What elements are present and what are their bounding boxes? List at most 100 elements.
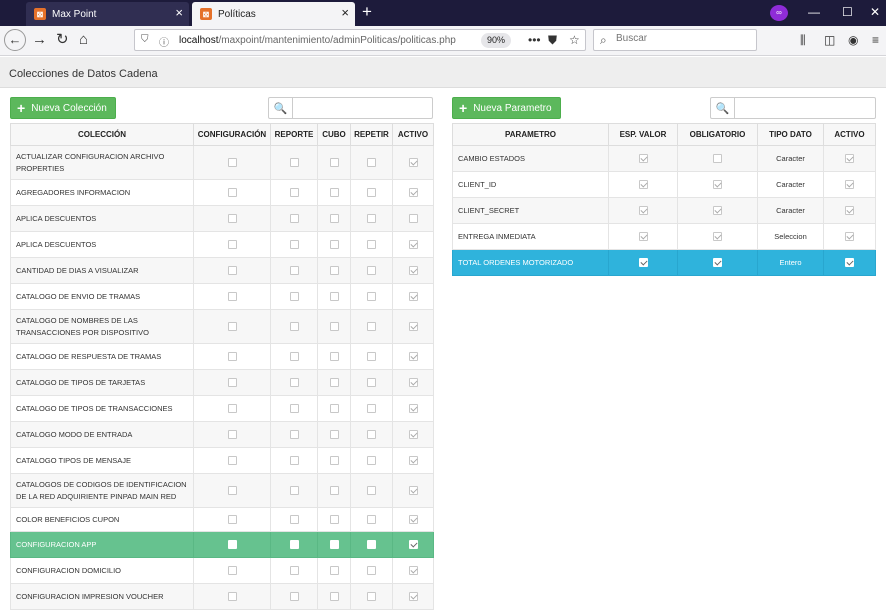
browser-tab-max-point[interactable]: ⊠ Max Point × bbox=[26, 2, 189, 26]
repetir-checkbox[interactable] bbox=[367, 456, 376, 466]
reporte-checkbox[interactable] bbox=[289, 322, 299, 332]
column-header[interactable]: TIPO DATO bbox=[757, 123, 824, 146]
bookmark-star-icon[interactable]: ☆ bbox=[569, 33, 580, 47]
search-icon[interactable]: 🔍 bbox=[268, 97, 293, 119]
column-header[interactable]: COLECCIÓN bbox=[10, 123, 194, 146]
configuracion-checkbox[interactable] bbox=[227, 292, 237, 302]
address-bar[interactable]: ⛉ ⓘ localhost/maxpoint/mantenimiento/adm… bbox=[134, 29, 586, 51]
cubo-checkbox[interactable] bbox=[329, 188, 339, 198]
maximize-window-icon[interactable]: ☐ bbox=[842, 5, 853, 19]
activo-checkbox[interactable] bbox=[408, 352, 418, 362]
column-header[interactable]: PARAMETRO bbox=[452, 123, 609, 146]
table-row[interactable]: CATALOGO DE NOMBRES DE LAS TRANSACCIONES… bbox=[10, 309, 434, 344]
minimize-window-icon[interactable]: — bbox=[808, 5, 820, 19]
configuracion-checkbox[interactable] bbox=[227, 240, 237, 250]
activo-checkbox[interactable] bbox=[845, 232, 854, 242]
parameter-search-input[interactable] bbox=[734, 97, 876, 119]
collection-search-input[interactable] bbox=[292, 97, 433, 119]
table-row[interactable]: COLOR BENEFICIOS CUPON bbox=[10, 507, 434, 532]
obligatorio-checkbox[interactable] bbox=[713, 258, 722, 268]
cubo-checkbox[interactable] bbox=[329, 456, 339, 466]
repetir-checkbox[interactable] bbox=[367, 515, 376, 525]
repetir-checkbox[interactable] bbox=[367, 540, 376, 550]
esp-valor-checkbox[interactable] bbox=[638, 232, 648, 242]
repetir-checkbox[interactable] bbox=[367, 188, 376, 198]
configuracion-checkbox[interactable] bbox=[227, 566, 237, 576]
cubo-checkbox[interactable] bbox=[329, 240, 339, 250]
shield-icon[interactable]: ⛉ bbox=[141, 34, 149, 45]
cubo-checkbox[interactable] bbox=[329, 404, 339, 414]
table-row[interactable]: CONFIGURACION IMPRESION VOUCHER bbox=[10, 583, 434, 610]
pocket-icon[interactable]: ⛊ bbox=[548, 33, 557, 47]
table-row[interactable]: CATALOGO DE ENVIO DE TRAMAS bbox=[10, 283, 434, 310]
activo-checkbox[interactable] bbox=[408, 515, 418, 525]
repetir-checkbox[interactable] bbox=[367, 566, 376, 576]
search-input[interactable] bbox=[616, 33, 746, 44]
reporte-checkbox[interactable] bbox=[289, 352, 299, 362]
table-row[interactable]: AGREGADORES INFORMACION bbox=[10, 179, 434, 206]
cubo-checkbox[interactable] bbox=[329, 266, 339, 276]
library-icon[interactable]: ⫼ bbox=[800, 33, 806, 47]
activo-checkbox[interactable] bbox=[408, 158, 418, 168]
table-row[interactable]: CAMBIO ESTADOS Caracter bbox=[452, 145, 876, 172]
configuracion-checkbox[interactable] bbox=[227, 188, 237, 198]
column-header[interactable]: ESP. VALOR bbox=[608, 123, 678, 146]
reporte-checkbox[interactable] bbox=[289, 214, 299, 224]
menu-icon[interactable]: ≡ bbox=[872, 33, 879, 47]
home-icon[interactable]: ⌂ bbox=[79, 32, 88, 48]
repetir-checkbox[interactable] bbox=[367, 214, 376, 224]
configuracion-checkbox[interactable] bbox=[227, 592, 237, 602]
cubo-checkbox[interactable] bbox=[329, 158, 339, 168]
configuracion-checkbox[interactable] bbox=[227, 352, 237, 362]
repetir-checkbox[interactable] bbox=[367, 292, 376, 302]
reporte-checkbox[interactable] bbox=[289, 430, 299, 440]
repetir-checkbox[interactable] bbox=[367, 404, 376, 414]
table-row[interactable]: APLICA DESCUENTOS bbox=[10, 205, 434, 232]
configuracion-checkbox[interactable] bbox=[227, 404, 237, 414]
esp-valor-checkbox[interactable] bbox=[638, 180, 648, 190]
reporte-checkbox[interactable] bbox=[289, 566, 299, 576]
page-actions-icon[interactable]: ••• bbox=[528, 33, 541, 47]
column-header[interactable]: REPORTE bbox=[270, 123, 318, 146]
repetir-checkbox[interactable] bbox=[367, 352, 376, 362]
esp-valor-checkbox[interactable] bbox=[638, 206, 648, 216]
activo-checkbox[interactable] bbox=[408, 566, 418, 576]
reporte-checkbox[interactable] bbox=[289, 404, 299, 414]
activo-checkbox[interactable] bbox=[408, 240, 418, 250]
activo-checkbox[interactable] bbox=[408, 430, 418, 440]
activo-checkbox[interactable] bbox=[408, 592, 418, 602]
close-tab-icon[interactable]: × bbox=[341, 6, 349, 20]
activo-checkbox[interactable] bbox=[408, 322, 418, 332]
configuracion-checkbox[interactable] bbox=[227, 158, 237, 168]
activo-checkbox[interactable] bbox=[408, 292, 418, 302]
table-row[interactable]: CLIENT_ID Caracter bbox=[452, 171, 876, 198]
activo-checkbox[interactable] bbox=[408, 188, 418, 198]
activo-checkbox[interactable] bbox=[845, 258, 854, 268]
activo-checkbox[interactable] bbox=[845, 154, 854, 164]
table-row[interactable]: CANTIDAD DE DIAS A VISUALIZAR bbox=[10, 257, 434, 284]
configuracion-checkbox[interactable] bbox=[227, 540, 237, 550]
repetir-checkbox[interactable] bbox=[367, 430, 376, 440]
activo-checkbox[interactable] bbox=[408, 378, 418, 388]
cubo-checkbox[interactable] bbox=[329, 352, 339, 362]
reporte-checkbox[interactable] bbox=[289, 188, 299, 198]
cubo-checkbox[interactable] bbox=[329, 592, 339, 602]
reporte-checkbox[interactable] bbox=[289, 158, 299, 168]
obligatorio-checkbox[interactable] bbox=[713, 154, 722, 164]
cubo-checkbox[interactable] bbox=[329, 566, 339, 576]
esp-valor-checkbox[interactable] bbox=[638, 258, 648, 268]
table-row[interactable]: CATALOGO MODO DE ENTRADA bbox=[10, 421, 434, 448]
table-row[interactable]: CLIENT_SECRET Caracter bbox=[452, 197, 876, 224]
table-row[interactable]: CATALOGO DE TIPOS DE TRANSACCIONES bbox=[10, 395, 434, 422]
reporte-checkbox[interactable] bbox=[289, 292, 299, 302]
table-row[interactable]: CATALOGOS DE CODIGOS DE IDENTIFICACION D… bbox=[10, 473, 434, 508]
repetir-checkbox[interactable] bbox=[367, 486, 376, 496]
column-header[interactable]: REPETIR bbox=[350, 123, 393, 146]
repetir-checkbox[interactable] bbox=[367, 378, 376, 388]
table-row[interactable]: CATALOGO DE RESPUESTA DE TRAMAS bbox=[10, 343, 434, 370]
close-window-icon[interactable]: ✕ bbox=[870, 5, 880, 19]
table-row[interactable]: CONFIGURACION DOMICILIO bbox=[10, 557, 434, 584]
activo-checkbox[interactable] bbox=[845, 180, 854, 190]
reporte-checkbox[interactable] bbox=[289, 456, 299, 466]
page-info-icon[interactable]: ⓘ bbox=[159, 34, 169, 49]
